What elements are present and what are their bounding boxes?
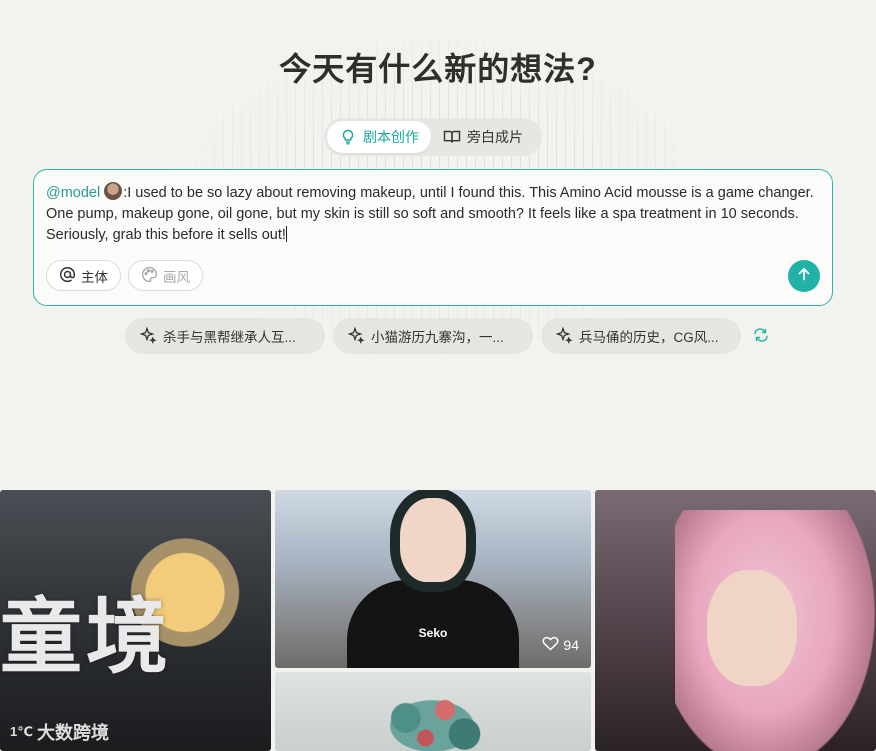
- gallery-card[interactable]: Seko 94: [275, 490, 591, 668]
- portrait-head: [400, 498, 466, 582]
- sparkle-icon: [139, 325, 157, 347]
- suggestion-item[interactable]: 杀手与黑帮继承人互...: [125, 318, 325, 354]
- prompt-input[interactable]: @model:I used to be so lazy about removi…: [33, 169, 833, 306]
- chip-label: 画风: [163, 269, 190, 285]
- page-title: 今天有什么新的想法?: [279, 51, 597, 87]
- heart-icon: [542, 636, 559, 654]
- prompt-text[interactable]: @model:I used to be so lazy about removi…: [46, 182, 816, 246]
- logo-icon: 1℃: [10, 724, 33, 739]
- subject-chip[interactable]: 主体: [46, 260, 121, 291]
- overlay-text: 童境: [0, 590, 173, 685]
- arrow-up-icon: [796, 266, 812, 287]
- at-icon: [59, 266, 76, 286]
- watermark: 1℃ 大数跨境: [10, 719, 109, 745]
- tab-label: 旁白成片: [467, 129, 523, 145]
- sparkle-icon: [555, 325, 573, 347]
- prompt-body: :I used to be so lazy about removing mak…: [46, 185, 814, 243]
- text-caret: [285, 226, 287, 242]
- suggestion-label: 兵马俑的历史，CG风...: [579, 330, 719, 345]
- portrait-face: [707, 570, 797, 686]
- flower-illustration: [367, 686, 497, 751]
- tab-narration-video[interactable]: 旁白成片: [431, 121, 535, 153]
- sparkle-icon: [347, 325, 365, 347]
- lightbulb-icon: [339, 128, 357, 146]
- send-button[interactable]: [788, 260, 820, 292]
- gallery-card[interactable]: 童境 1℃ 大数跨境: [0, 490, 271, 751]
- suggestion-label: 杀手与黑帮继承人互...: [163, 330, 296, 345]
- book-icon: [443, 128, 461, 146]
- gallery-card[interactable]: [595, 490, 876, 751]
- gallery-card[interactable]: [275, 672, 591, 751]
- chip-label: 主体: [81, 269, 108, 285]
- suggestion-item[interactable]: 小猫游历九寨沟，一...: [333, 318, 533, 354]
- mode-tabs: 剧本创作 旁白成片: [324, 118, 542, 156]
- like-count[interactable]: 94: [542, 636, 579, 654]
- model-mention[interactable]: @model: [46, 185, 100, 201]
- tab-label: 剧本创作: [363, 129, 419, 145]
- refresh-icon[interactable]: [752, 326, 770, 344]
- watermark-text: 大数跨境: [36, 723, 109, 743]
- like-number: 94: [563, 637, 579, 653]
- palette-icon: [141, 266, 158, 286]
- model-avatar: [104, 182, 123, 200]
- suggestion-item[interactable]: 兵马俑的历史，CG风...: [541, 318, 741, 354]
- suggestion-label: 小猫游历九寨沟，一...: [371, 330, 504, 345]
- hoodie-figure: [347, 580, 519, 668]
- style-chip[interactable]: 画风: [128, 260, 203, 291]
- tab-script-creation[interactable]: 剧本创作: [327, 121, 431, 153]
